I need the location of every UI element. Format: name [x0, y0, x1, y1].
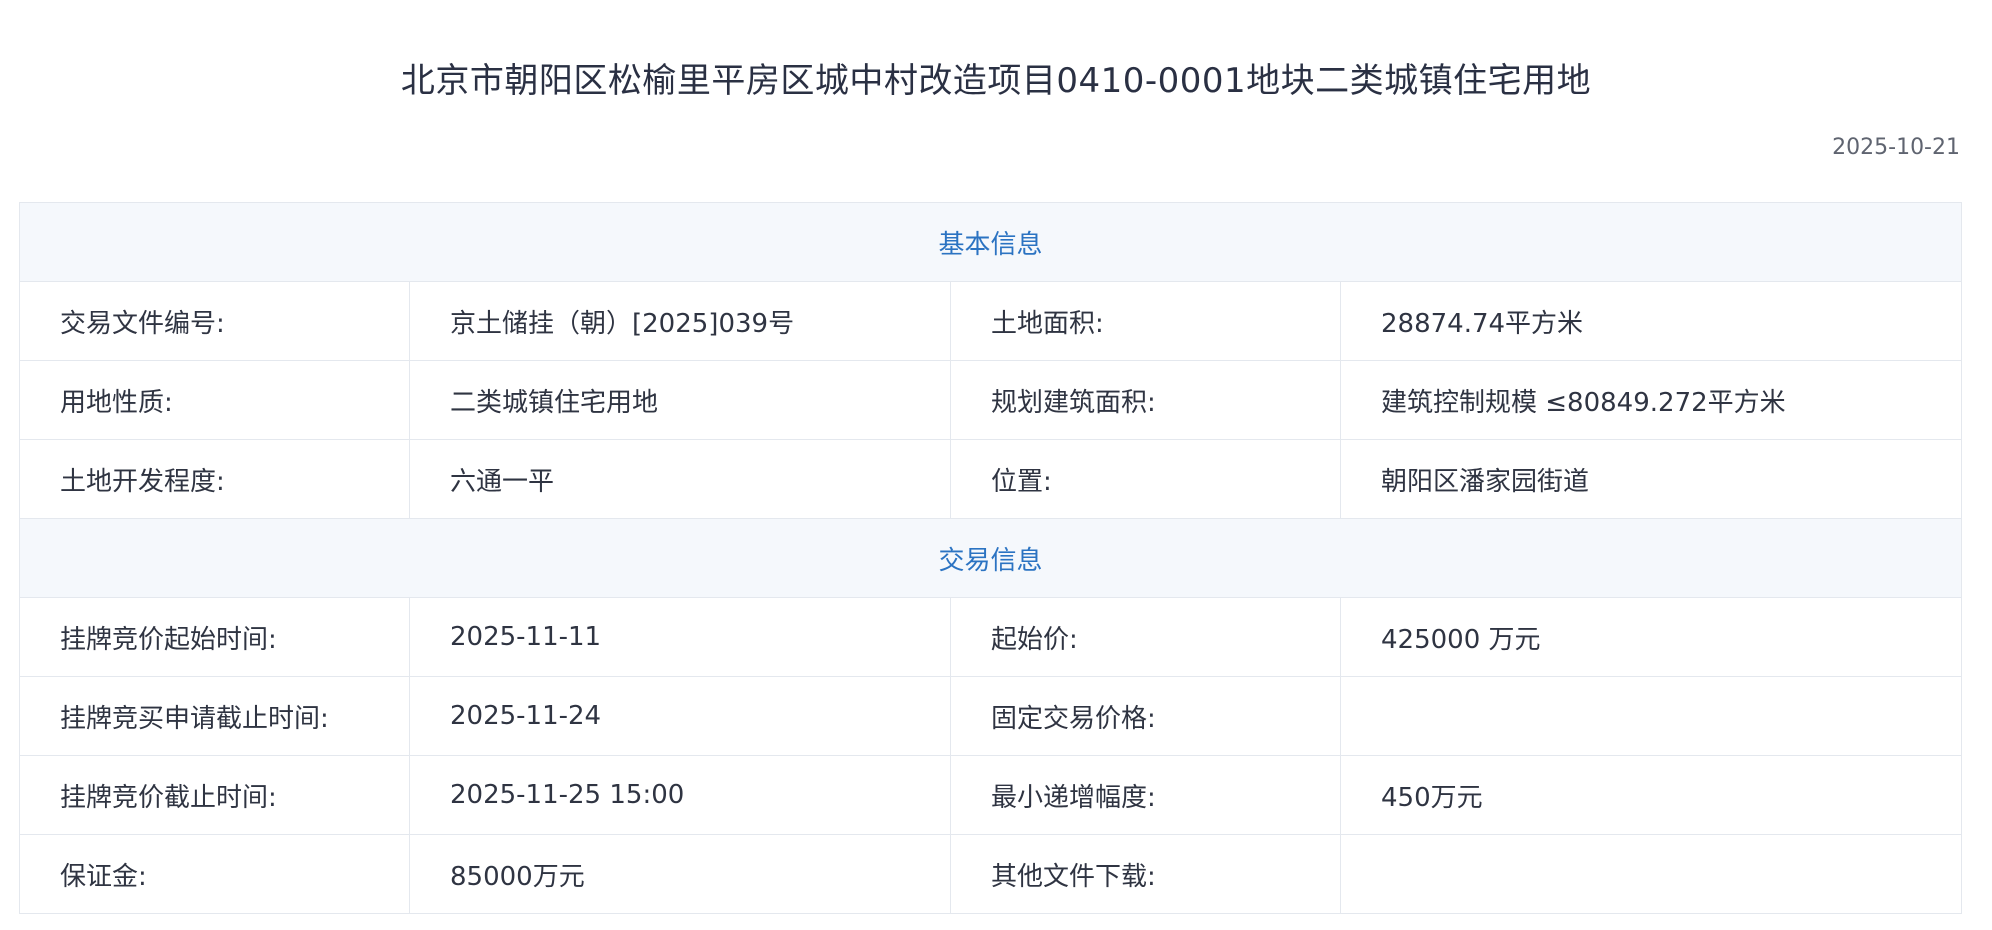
- publish-date: 2025-10-21: [1832, 135, 1960, 160]
- section-heading: 交易信息: [18, 518, 1963, 598]
- field-value: 2025-11-24: [409, 676, 951, 756]
- field-label: 最小递增幅度:: [950, 755, 1341, 835]
- field-label: 保证金:: [19, 834, 410, 914]
- table-row: 挂牌竞买申请截止时间: 2025-11-24 固定交易价格:: [19, 676, 1963, 756]
- field-value: 建筑控制规模 ≤80849.272平方米: [1339, 360, 1963, 440]
- table-row: 挂牌竞价截止时间: 2025-11-25 15:00 最小递增幅度: 450万元: [19, 755, 1963, 835]
- field-label: 挂牌竞买申请截止时间:: [19, 676, 410, 756]
- field-value: 425000 万元: [1339, 597, 1963, 677]
- table-row: 挂牌竞价起始时间: 2025-11-11 起始价: 425000 万元: [19, 597, 1963, 677]
- land-info-table: 基本信息 交易文件编号: 京土储挂（朝）[2025]039号 土地面积: 288…: [18, 202, 1963, 914]
- section-heading: 基本信息: [18, 202, 1963, 282]
- field-label: 挂牌竞价起始时间:: [19, 597, 410, 677]
- field-value: 六通一平: [409, 439, 951, 519]
- field-label: 交易文件编号:: [19, 281, 410, 361]
- field-value: 二类城镇住宅用地: [409, 360, 951, 440]
- field-label: 土地开发程度:: [19, 439, 410, 519]
- field-value: 京土储挂（朝）[2025]039号: [409, 281, 951, 361]
- document-page: 北京市朝阳区松榆里平房区城中村改造项目0410-0001地块二类城镇住宅用地 2…: [0, 0, 1992, 930]
- section-header-basic-info: 基本信息: [18, 202, 1963, 282]
- field-value: 朝阳区潘家园街道: [1339, 439, 1963, 519]
- field-value: [1339, 676, 1963, 756]
- page-title: 北京市朝阳区松榆里平房区城中村改造项目0410-0001地块二类城镇住宅用地: [400, 61, 1592, 101]
- table-row: 土地开发程度: 六通一平 位置: 朝阳区潘家园街道: [19, 439, 1963, 519]
- field-value: 85000万元: [409, 834, 951, 914]
- field-label: 位置:: [950, 439, 1341, 519]
- field-label: 规划建筑面积:: [950, 360, 1341, 440]
- field-label: 固定交易价格:: [950, 676, 1341, 756]
- field-value: 2025-11-11: [409, 597, 951, 677]
- field-value: 28874.74平方米: [1339, 281, 1963, 361]
- field-label: 起始价:: [950, 597, 1341, 677]
- field-label: 挂牌竞价截止时间:: [19, 755, 410, 835]
- field-value: 450万元: [1339, 755, 1963, 835]
- field-label: 土地面积:: [950, 281, 1341, 361]
- other-files-download[interactable]: [1339, 834, 1963, 914]
- table-row: 用地性质: 二类城镇住宅用地 规划建筑面积: 建筑控制规模 ≤80849.272…: [19, 360, 1963, 440]
- field-value: 2025-11-25 15:00: [409, 755, 951, 835]
- table-row: 保证金: 85000万元 其他文件下载:: [19, 834, 1963, 914]
- field-label: 用地性质:: [19, 360, 410, 440]
- table-row: 交易文件编号: 京土储挂（朝）[2025]039号 土地面积: 28874.74…: [19, 281, 1963, 361]
- section-header-trade-info: 交易信息: [18, 518, 1963, 598]
- field-label: 其他文件下载:: [950, 834, 1341, 914]
